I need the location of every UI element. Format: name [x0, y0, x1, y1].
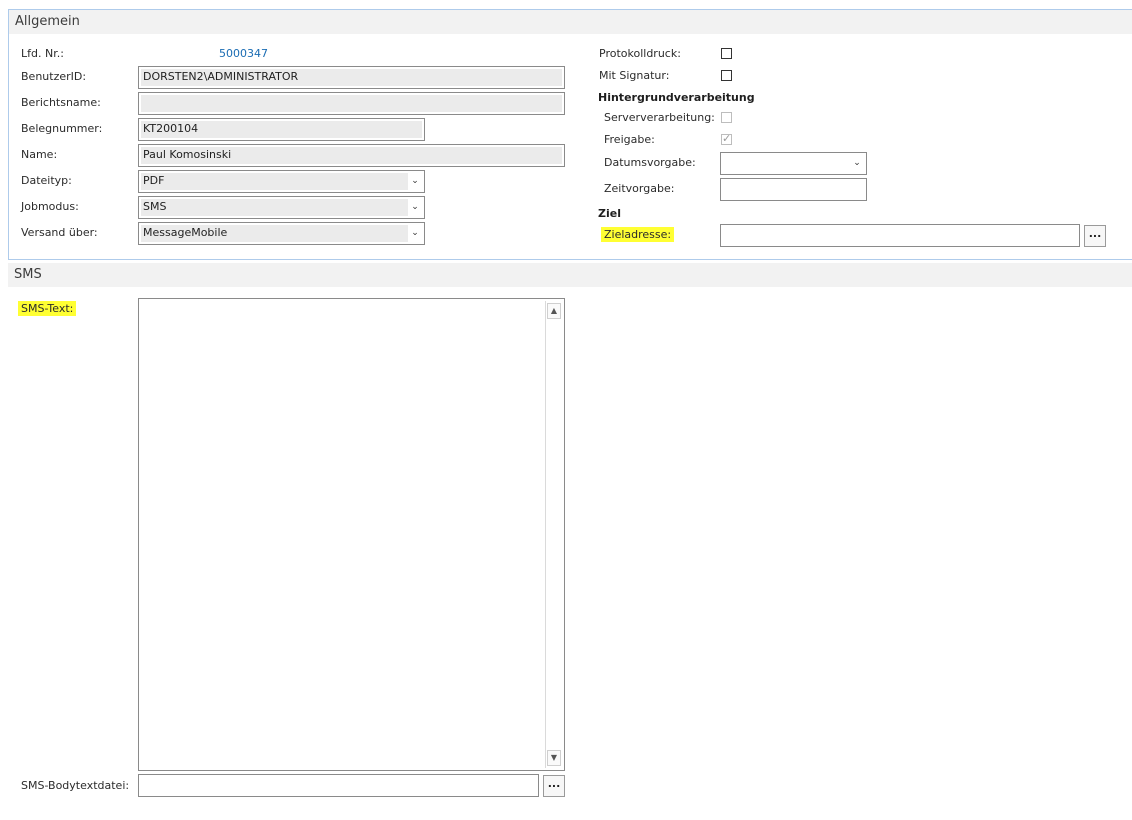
- benutzer-id-field[interactable]: DORSTEN2\ADMINISTRATOR: [138, 66, 565, 89]
- jobmodus-value: SMS: [141, 199, 408, 216]
- belegnummer-field[interactable]: KT200104: [138, 118, 425, 141]
- chevron-down-icon[interactable]: ⌄: [852, 157, 862, 169]
- versand-value: MessageMobile: [141, 225, 408, 242]
- berichtsname-field[interactable]: [138, 92, 565, 115]
- benutzer-id-label: BenutzerID:: [21, 70, 87, 83]
- zieladresse-field[interactable]: [720, 224, 1080, 247]
- freigabe-label: Freigabe:: [604, 133, 655, 146]
- zeitvorgabe-label: Zeitvorgabe:: [604, 182, 675, 195]
- serververarbeitung-checkbox[interactable]: [721, 112, 732, 123]
- section-allgemein-header[interactable]: Allgemein: [9, 10, 1132, 34]
- section-sms-title: SMS: [14, 267, 42, 282]
- checkmark-icon: ✓: [722, 132, 732, 145]
- datumsvorgabe-label: Datumsvorgabe:: [604, 156, 696, 169]
- dateityp-select[interactable]: PDF ⌄: [138, 170, 425, 193]
- protokolldruck-label: Protokolldruck:: [599, 47, 681, 60]
- zeitvorgabe-value: [723, 181, 864, 198]
- lfd-nr-value[interactable]: 5000347: [219, 47, 268, 60]
- sms-bodytext-field[interactable]: [138, 774, 539, 797]
- zieladresse-lookup-button[interactable]: ...: [1084, 225, 1106, 247]
- zieladresse-label-text: Zieladresse:: [601, 227, 675, 242]
- freigabe-checkbox[interactable]: ✓: [721, 132, 732, 145]
- jobmodus-label: Jobmodus:: [21, 200, 79, 213]
- zieladresse-label: Zieladresse:: [601, 227, 675, 242]
- chevron-down-icon[interactable]: ⌄: [410, 201, 420, 213]
- dateityp-label: Dateityp:: [21, 174, 72, 187]
- versand-select[interactable]: MessageMobile ⌄: [138, 222, 425, 245]
- hintergrundverarbeitung-heading: Hintergrundverarbeitung: [598, 91, 755, 104]
- berichtsname-value: [141, 95, 562, 112]
- zeitvorgabe-field[interactable]: [720, 178, 867, 201]
- belegnummer-label: Belegnummer:: [21, 122, 103, 135]
- chevron-down-icon[interactable]: ⌄: [410, 227, 420, 239]
- name-value: Paul Komosinski: [141, 147, 562, 164]
- name-field[interactable]: Paul Komosinski: [138, 144, 565, 167]
- sms-bodytext-label: SMS-Bodytextdatei:: [21, 779, 130, 792]
- ziel-heading: Ziel: [598, 207, 621, 220]
- dateityp-value: PDF: [141, 173, 408, 190]
- section-allgemein-title: Allgemein: [15, 14, 80, 29]
- datumsvorgabe-select[interactable]: ⌄: [720, 152, 867, 175]
- signatur-checkbox[interactable]: [721, 70, 732, 81]
- lfd-nr-label: Lfd. Nr.:: [21, 47, 64, 60]
- sms-text-scrollbar[interactable]: ▲ ▼: [545, 301, 562, 768]
- sms-text-label: SMS-Text:: [18, 301, 77, 316]
- datumsvorgabe-value: [723, 155, 850, 172]
- chevron-down-icon[interactable]: ⌄: [410, 175, 420, 187]
- section-sms-header[interactable]: SMS: [8, 263, 1132, 287]
- benutzer-id-value: DORSTEN2\ADMINISTRATOR: [141, 69, 562, 86]
- protokolldruck-checkbox[interactable]: [721, 48, 732, 59]
- signatur-label: Mit Signatur:: [599, 69, 670, 82]
- sms-bodytext-value: [141, 777, 536, 794]
- name-label: Name:: [21, 148, 58, 161]
- jobmodus-select[interactable]: SMS ⌄: [138, 196, 425, 219]
- sms-bodytext-lookup-button[interactable]: ...: [543, 775, 565, 797]
- sms-text-area[interactable]: ▲ ▼: [138, 298, 565, 771]
- versand-label: Versand über:: [21, 226, 98, 239]
- belegnummer-value: KT200104: [141, 121, 422, 138]
- serververarbeitung-label: Serververarbeitung:: [604, 111, 715, 124]
- scroll-up-icon[interactable]: ▲: [547, 303, 561, 319]
- scroll-down-icon[interactable]: ▼: [547, 750, 561, 766]
- zieladresse-value: [723, 227, 1077, 244]
- sms-text-label-text: SMS-Text:: [18, 301, 77, 316]
- berichtsname-label: Berichtsname:: [21, 96, 101, 109]
